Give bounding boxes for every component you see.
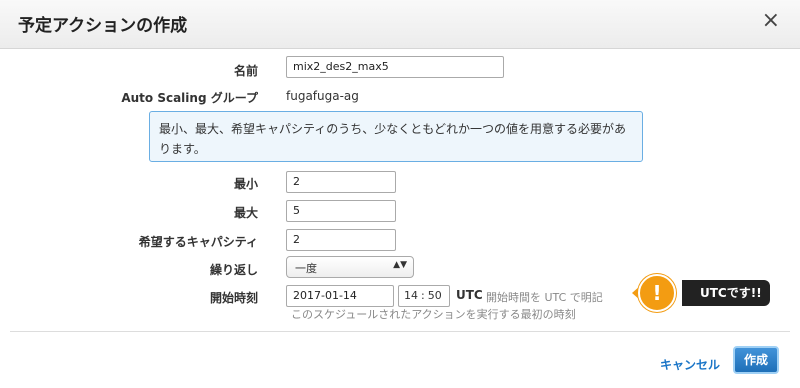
timezone-label: UTC [456,288,483,302]
start-time-input[interactable]: 14:50 [398,285,450,307]
max-input[interactable]: 5 [286,200,396,222]
start-time-hint: このスケジュールされたアクションを実行する最初の時刻 [291,308,576,321]
asg-value: fugafuga-ag [286,89,359,103]
close-icon[interactable]: × [762,10,780,32]
footer-divider [10,331,790,332]
utc-callout: UTCです!! ! [632,274,772,312]
max-label: 最大 [233,206,258,220]
create-button[interactable]: 作成 [733,346,779,374]
minute-field[interactable]: 50 [428,289,442,302]
start-label: 開始時刻 [209,291,258,305]
min-input[interactable]: 2 [286,171,396,193]
start-date-input[interactable]: 2017-01-14 [286,285,394,307]
callout-text: UTCです!! [682,280,770,306]
name-label: 名前 [233,64,258,78]
recurrence-label: 繰り返し [209,263,258,277]
recurrence-select[interactable]: 一度 ▲▼ [286,256,414,278]
desired-label: 希望するキャパシティ [138,235,258,249]
name-input[interactable]: mix2_des2_max5 [286,56,504,78]
min-label: 最小 [233,177,258,191]
select-arrows-icon: ▲▼ [393,260,407,270]
timezone-hint: 開始時間を UTC で明記 [486,291,603,304]
exclamation-icon: ! [652,281,662,305]
dialog-title: 予定アクションの作成 [18,16,188,36]
dialog-header: 予定アクションの作成 × [0,0,800,49]
time-separator: : [421,289,425,302]
hour-field[interactable]: 14 [404,289,418,302]
recurrence-value: 一度 [295,262,317,275]
callout-badge: ! [638,274,676,312]
cancel-button[interactable]: キャンセル [660,356,720,373]
desired-input[interactable]: 2 [286,229,396,251]
asg-label: Auto Scaling グループ [121,91,258,105]
info-box: 最小、最大、希望キャパシティのうち、少なくともどれか一つの値を用意する必要があり… [149,111,643,162]
